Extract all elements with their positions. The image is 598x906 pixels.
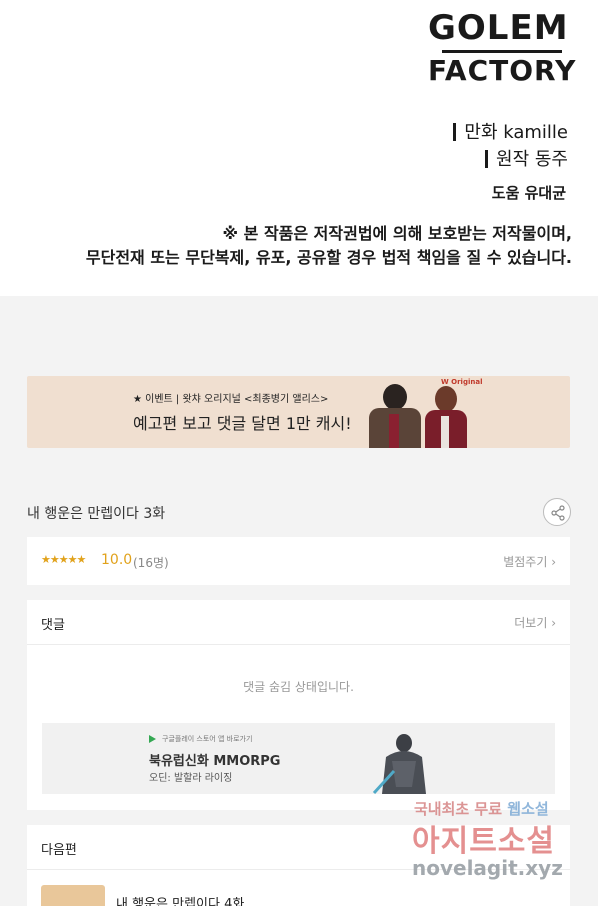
comments-card: 댓글 더보기 › 댓글 숨김 상태입니다. 구글플레이 스토어 앱 바로가기 북… <box>27 600 570 810</box>
credit-art: 만화 kamille <box>453 118 568 144</box>
watermark-url: novelagit.xyz <box>412 856 563 880</box>
episode-title: 내 행운은 만렙이다 3화 <box>27 506 166 522</box>
notice-line1: ※ 본 작품은 저작권법에 의해 보호받는 저작물이며, <box>222 224 572 243</box>
credit-pipe <box>453 123 457 141</box>
rating-count: (16명) <box>133 556 169 570</box>
rating-score: 10.0 <box>101 552 133 568</box>
comments-header: 댓글 더보기 › <box>27 600 570 645</box>
site-watermark: 국내최초 무료 웹소설 아지트소설 novelagit.xyz <box>412 798 582 888</box>
next-label: 다음편 <box>41 843 77 858</box>
golem-factory-logo: GOLEM FACTORY <box>428 8 577 87</box>
armored-knight-icon <box>372 734 426 794</box>
rating-stars-icon: ★★★★★ <box>41 553 86 566</box>
share-icon <box>551 505 565 521</box>
ad-game-title: 북유럽신화 MMORPG <box>149 754 281 769</box>
copyright-notice: ※ 본 작품은 저작권법에 의해 보호받는 저작물이며, 무단전재 또는 무단복… <box>86 222 572 270</box>
banner-subtitle: ★ 이벤트 | 왓챠 오리지널 <최종병기 앨리스> <box>133 394 329 405</box>
credit-story-text: 원작 동주 <box>496 149 568 170</box>
logo-line1: GOLEM <box>428 8 569 48</box>
watermark-line2: 아지트소설 <box>412 824 555 859</box>
next-episode-thumbnail <box>41 885 105 906</box>
credit-story: 원작 동주 <box>485 145 568 171</box>
event-banner[interactable]: ★ 이벤트 | 왓챠 오리지널 <최종병기 앨리스> 예고편 보고 댓글 달면 … <box>27 376 570 448</box>
banner-character-boy <box>365 380 423 448</box>
comments-label: 댓글 <box>41 618 65 633</box>
next-episode-title: 내 행운은 만렙이다 4화 <box>116 897 245 906</box>
credit-pipe <box>485 150 489 168</box>
logo-line2: FACTORY <box>428 54 577 87</box>
google-play-icon <box>149 735 156 743</box>
rate-button[interactable]: 별점주기 › <box>503 553 556 570</box>
ad-game-name: 오딘: 발할라 라이징 <box>149 773 233 784</box>
game-ad[interactable]: 구글플레이 스토어 앱 바로가기 북유럽신화 MMORPG 오딘: 발할라 라이… <box>42 723 555 794</box>
comments-hidden-message: 댓글 숨김 상태입니다. <box>243 680 354 694</box>
rating-card: ★★★★★ 10.0 (16명) 별점주기 › <box>27 537 570 585</box>
banner-title: 예고편 보고 댓글 달면 1만 캐시! <box>133 414 352 433</box>
notice-line2: 무단전재 또는 무단복제, 유포, 공유할 경우 법적 책임을 질 수 있습니다… <box>85 248 572 267</box>
comments-more-link[interactable]: 더보기 › <box>514 614 556 631</box>
credit-assist: 도움 유대균 <box>491 184 566 202</box>
ad-store-text: 구글플레이 스토어 앱 바로가기 <box>162 735 253 743</box>
share-button[interactable] <box>543 498 571 526</box>
banner-character-girl <box>423 382 469 448</box>
credits-panel: GOLEM FACTORY 만화 kamille 원작 동주 도움 유대균 ※ … <box>0 0 598 296</box>
credit-art-text: 만화 kamille <box>464 122 568 143</box>
logo-underline <box>442 50 562 53</box>
